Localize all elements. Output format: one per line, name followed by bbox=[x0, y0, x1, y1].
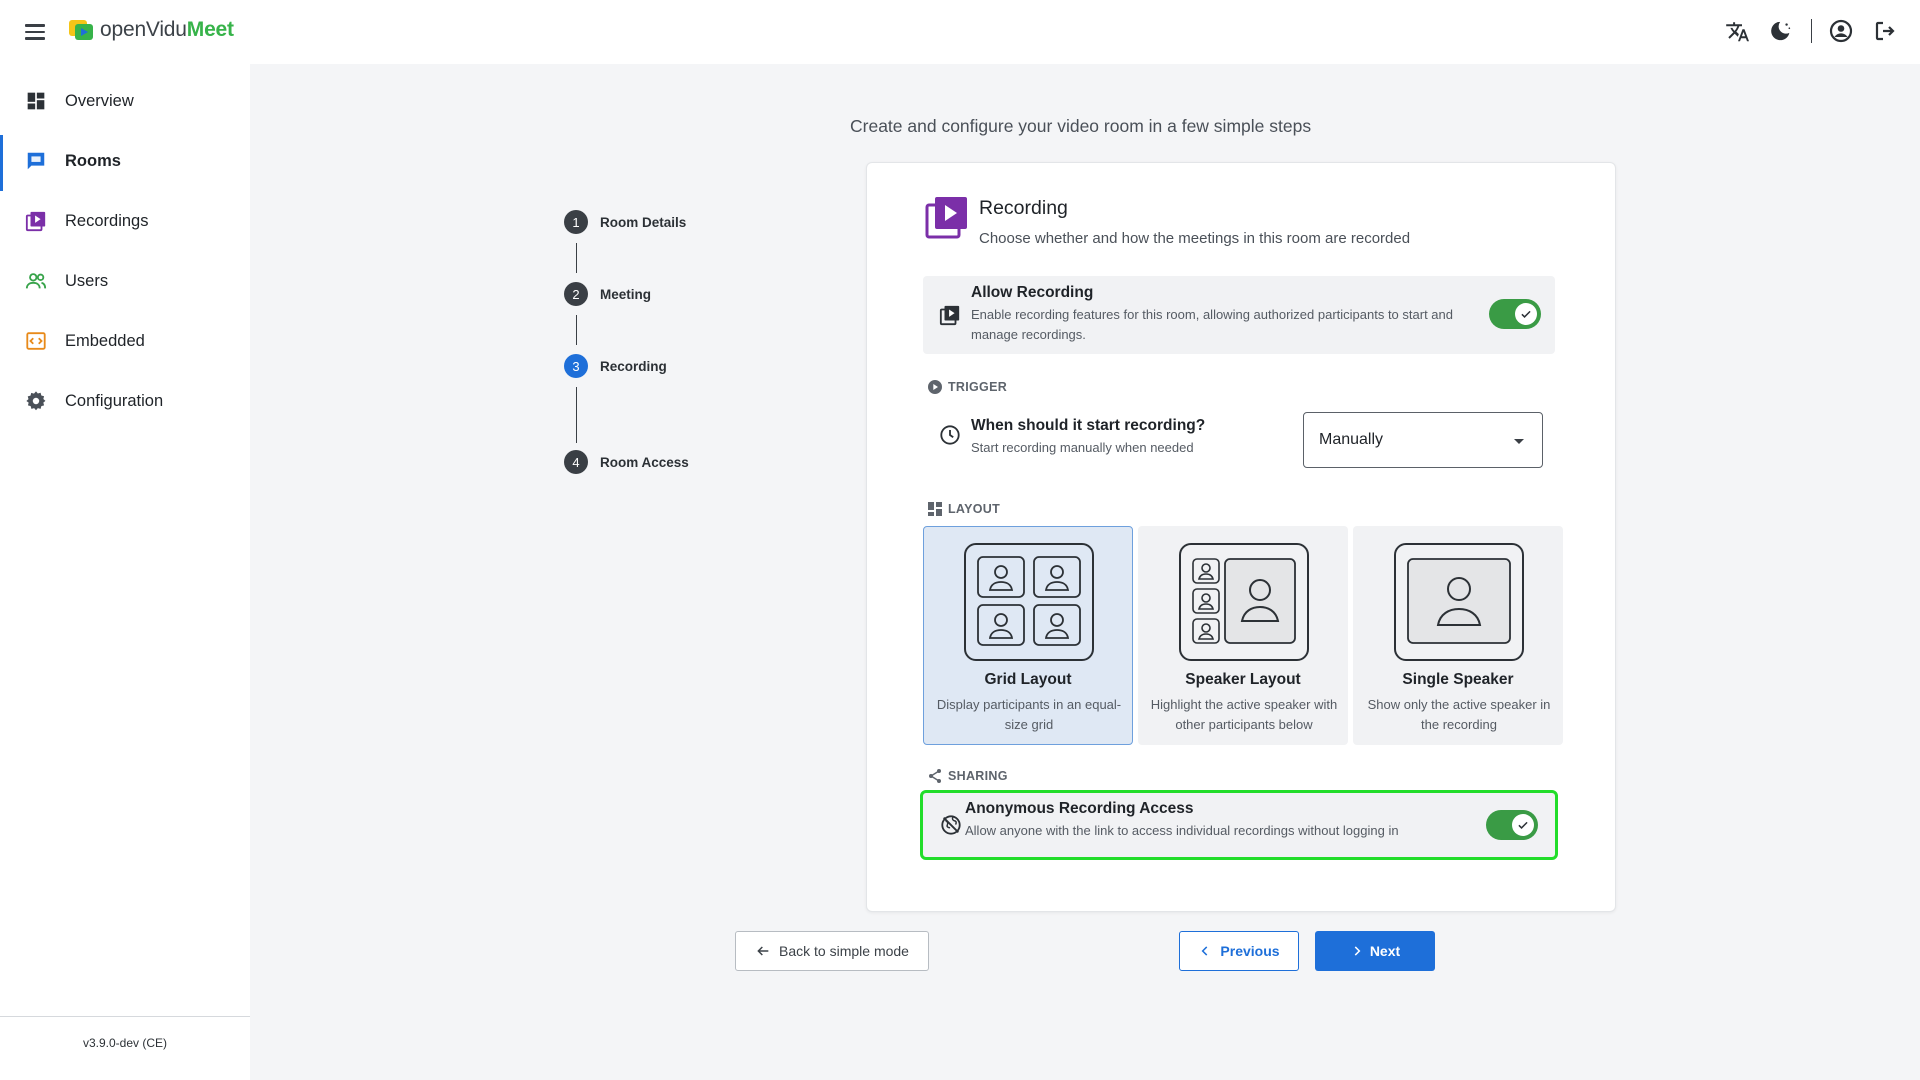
grid-layout-illustration bbox=[964, 543, 1094, 661]
section-label-trigger: TRIGGER bbox=[927, 379, 1007, 395]
layout-option-speaker[interactable]: Speaker Layout Highlight the active spea… bbox=[1138, 526, 1348, 745]
layout-title: Grid Layout bbox=[984, 671, 1072, 688]
step-number: 4 bbox=[564, 450, 588, 474]
chat-icon bbox=[25, 150, 47, 172]
section-label-sharing: SHARING bbox=[927, 768, 1008, 784]
layout-option-single-speaker[interactable]: Single Speaker Show only the active spea… bbox=[1353, 526, 1563, 745]
step-room-details[interactable]: 1 Room Details bbox=[564, 210, 764, 234]
sidebar-item-label: Rooms bbox=[65, 151, 121, 170]
step-number: 2 bbox=[564, 282, 588, 306]
allow-recording-description: Enable recording features for this room,… bbox=[971, 307, 1453, 342]
logout-icon[interactable] bbox=[1870, 16, 1900, 46]
step-meeting[interactable]: 2 Meeting bbox=[564, 282, 764, 306]
sidebar-item-rooms[interactable]: Rooms bbox=[0, 133, 250, 191]
gear-icon bbox=[25, 390, 47, 412]
translate-icon[interactable] bbox=[1723, 16, 1753, 46]
sidebar-item-label: Recordings bbox=[65, 211, 149, 230]
sidebar-item-users[interactable]: Users bbox=[0, 253, 250, 309]
step-label: Room Details bbox=[600, 214, 687, 230]
next-button[interactable]: Next bbox=[1315, 931, 1435, 971]
step-label: Meeting bbox=[600, 286, 652, 302]
account-icon[interactable] bbox=[1826, 16, 1856, 46]
back-button-label: Back to simple mode bbox=[779, 943, 909, 959]
anonymous-access-toggle[interactable] bbox=[1486, 810, 1538, 840]
dashboard-icon bbox=[25, 90, 47, 112]
layout-title: Speaker Layout bbox=[1185, 671, 1301, 688]
sidebar-item-overview[interactable]: Overview bbox=[0, 73, 250, 129]
page-subtitle: Create and configure your video room in … bbox=[850, 116, 1312, 136]
step-connector bbox=[575, 387, 577, 443]
share-icon bbox=[929, 769, 941, 783]
single-speaker-illustration bbox=[1394, 543, 1524, 661]
next-button-label: Next bbox=[1369, 943, 1401, 959]
layout-description: Display participants in an equal-size gr… bbox=[936, 697, 1122, 733]
check-icon bbox=[1512, 814, 1534, 836]
step-label: Recording bbox=[600, 358, 667, 374]
card-description: Choose whether and how the meetings in t… bbox=[979, 230, 1411, 247]
sidebar: Overview Rooms Recordings Users Embedded… bbox=[0, 64, 250, 1080]
anonymous-access-title: Anonymous Recording Access bbox=[965, 800, 1194, 817]
clock-icon bbox=[940, 425, 960, 445]
step-connector bbox=[575, 243, 577, 273]
sidebar-divider bbox=[0, 1016, 250, 1017]
step-connector bbox=[575, 315, 577, 345]
sidebar-item-label: Embedded bbox=[65, 331, 145, 350]
top-bar: openViduMeet bbox=[0, 0, 1920, 64]
layout-description: Show only the active speaker in the reco… bbox=[1367, 697, 1551, 733]
sidebar-item-configuration[interactable]: Configuration bbox=[0, 373, 250, 429]
layout-description: Highlight the active speaker with other … bbox=[1150, 697, 1338, 733]
toolbar-divider bbox=[1810, 19, 1812, 43]
recording-card: Recording Choose whether and how the mee… bbox=[866, 162, 1616, 912]
check-icon bbox=[1515, 303, 1537, 325]
menu-icon[interactable] bbox=[20, 18, 50, 46]
trigger-select[interactable]: Manually bbox=[1303, 412, 1543, 468]
video-library-icon bbox=[939, 305, 960, 326]
sidebar-item-label: Overview bbox=[65, 91, 134, 110]
trigger-hint: Start recording manually when needed bbox=[971, 440, 1194, 455]
step-number: 1 bbox=[564, 210, 588, 234]
allow-recording-panel: Allow Recording Enable recording feature… bbox=[923, 276, 1555, 354]
app-version: v3.9.0-dev (CE) bbox=[82, 1036, 168, 1050]
sidebar-item-label: Users bbox=[65, 271, 109, 290]
users-icon bbox=[25, 270, 47, 292]
layout-icon bbox=[928, 502, 942, 516]
trigger-question: When should it start recording? bbox=[971, 417, 1206, 434]
video-library-icon bbox=[25, 210, 47, 232]
brand-logo[interactable]: openViduMeet bbox=[68, 18, 234, 42]
arrow-left-icon bbox=[757, 946, 769, 956]
dropdown-arrow-icon bbox=[1514, 439, 1524, 444]
card-title: Recording bbox=[979, 197, 1068, 219]
code-icon bbox=[25, 330, 47, 352]
anonymous-access-description: Allow anyone with the link to access ind… bbox=[965, 823, 1399, 838]
anonymous-access-panel: Anonymous Recording Access Allow anyone … bbox=[920, 790, 1558, 860]
step-room-access[interactable]: 4 Room Access bbox=[564, 450, 764, 474]
play-circle-icon bbox=[928, 380, 942, 394]
video-library-icon bbox=[925, 197, 967, 239]
section-label-layout: LAYOUT bbox=[927, 501, 1000, 517]
trigger-select-value: Manually bbox=[1319, 431, 1384, 448]
previous-button[interactable]: Previous bbox=[1179, 931, 1299, 971]
openvidu-logo-icon bbox=[69, 20, 93, 40]
layout-title: Single Speaker bbox=[1402, 671, 1514, 688]
brand-name: openViduMeet bbox=[100, 18, 234, 41]
previous-button-label: Previous bbox=[1220, 943, 1280, 959]
speaker-layout-illustration bbox=[1179, 543, 1309, 661]
sidebar-item-recordings[interactable]: Recordings bbox=[0, 193, 250, 249]
back-to-simple-mode-button[interactable]: Back to simple mode bbox=[735, 931, 929, 971]
layout-option-grid[interactable]: Grid Layout Display participants in an e… bbox=[923, 526, 1133, 745]
allow-recording-title: Allow Recording bbox=[971, 284, 1094, 301]
allow-recording-toggle[interactable] bbox=[1489, 299, 1541, 329]
step-label: Room Access bbox=[600, 454, 689, 470]
chevron-left-icon bbox=[1202, 946, 1208, 956]
step-recording[interactable]: 3 Recording bbox=[564, 354, 764, 378]
dark-mode-icon[interactable] bbox=[1767, 16, 1797, 46]
sidebar-item-embedded[interactable]: Embedded bbox=[0, 313, 250, 369]
public-off-icon bbox=[941, 815, 961, 835]
step-number: 3 bbox=[564, 354, 588, 378]
chevron-right-icon bbox=[1354, 946, 1361, 956]
sidebar-item-label: Configuration bbox=[65, 391, 164, 410]
